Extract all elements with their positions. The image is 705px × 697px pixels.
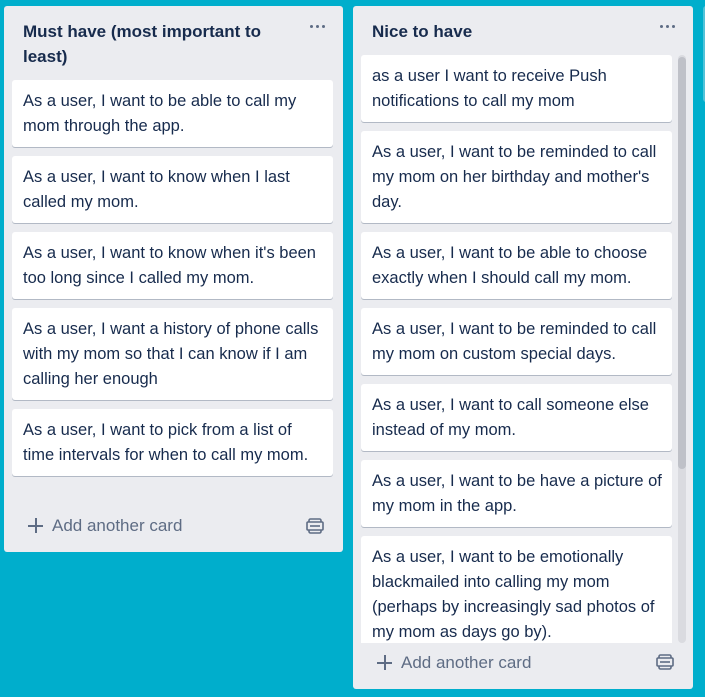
card[interactable]: As a user, I want a history of phone cal… (12, 308, 333, 400)
scrollbar-thumb[interactable] (678, 57, 686, 469)
add-card-label: Add another card (52, 516, 183, 535)
more-horizontal-icon[interactable] (307, 16, 327, 36)
card-template-icon[interactable] (302, 513, 328, 539)
card[interactable]: As a user, I want to call someone else i… (361, 384, 672, 451)
list-title[interactable]: Must have (most important to least) (23, 19, 283, 69)
add-card-button[interactable]: Add another card (12, 508, 268, 544)
card[interactable]: As a user, I want to be able to call my … (12, 80, 333, 147)
card[interactable]: as a user I want to receive Push notific… (361, 55, 672, 122)
card[interactable]: As a user, I want to know when I last ca… (12, 156, 333, 223)
card-template-icon[interactable] (652, 649, 678, 675)
card[interactable]: As a user, I want to pick from a list of… (12, 409, 333, 476)
card[interactable]: As a user, I want to be have a picture o… (361, 460, 672, 527)
card[interactable]: As a user, I want to be reminded to call… (361, 131, 672, 223)
list-title[interactable]: Nice to have (372, 19, 632, 44)
more-horizontal-icon[interactable] (657, 16, 677, 36)
card[interactable]: As a user, I want to be emotionally blac… (361, 536, 672, 643)
card[interactable]: As a user, I want to be reminded to call… (361, 308, 672, 375)
card-list: as a user I want to receive Push notific… (361, 55, 672, 643)
card-list: As a user, I want to be able to call my … (12, 80, 333, 485)
plus-icon (373, 651, 397, 675)
card[interactable]: As a user, I want to be able to choose e… (361, 232, 672, 299)
add-card-button[interactable]: Add another card (361, 645, 617, 681)
plus-icon (24, 514, 48, 538)
list-must-have: Must have (most important to least) As a… (4, 6, 343, 552)
scrollbar[interactable] (678, 55, 686, 643)
list-nice-to-have: Nice to have as a user I want to receive… (353, 6, 693, 689)
add-card-label: Add another card (401, 653, 532, 672)
card[interactable]: As a user, I want to know when it's been… (12, 232, 333, 299)
